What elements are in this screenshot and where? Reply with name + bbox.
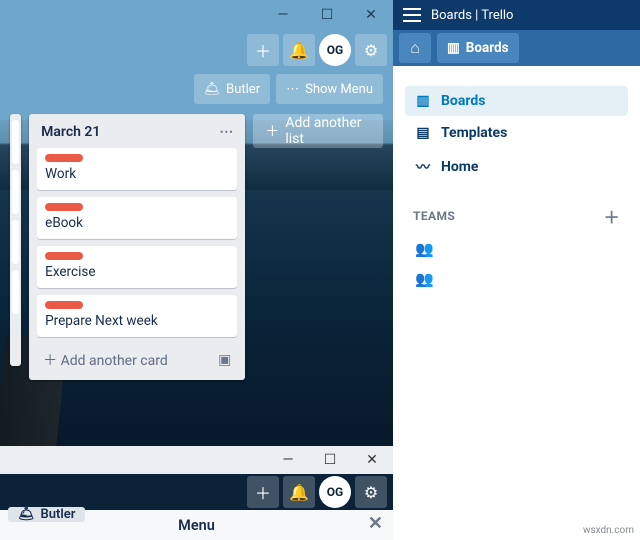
window-titlebar: — ☐ ✕ — [0, 446, 393, 474]
add-button[interactable]: ＋ — [247, 34, 279, 66]
settings-button[interactable]: ⚙ — [355, 34, 387, 66]
add-card-row: ＋ Add another card ▣ — [37, 344, 237, 372]
window-titlebar: — ☐ ✕ — [0, 0, 393, 30]
sidebar-item-label: Home — [441, 159, 478, 175]
card-partial[interactable] — [12, 220, 19, 264]
boards-icon: ▥ — [415, 93, 431, 109]
butler-button[interactable]: 🛎 Butler — [194, 74, 271, 104]
sidebar-body: ▥ Boards ▤ Templates 〰 Home TEAMS ＋ 👥 👥 — [393, 66, 640, 304]
gear-icon: ⚙ — [364, 41, 378, 60]
card[interactable]: Prepare Next week — [37, 295, 237, 337]
add-card-button[interactable]: ＋ Add another card — [43, 350, 168, 370]
plus-icon: ＋ — [265, 121, 279, 141]
robot-icon: 🛎 — [204, 82, 221, 97]
list-title[interactable]: March 21 — [41, 124, 100, 140]
home-icon: ⌂ — [410, 38, 420, 58]
add-team-button[interactable]: ＋ — [604, 204, 620, 228]
notifications-button[interactable]: 🔔 — [283, 476, 315, 508]
add-list-button[interactable]: ＋ Add another list — [253, 114, 383, 148]
pulse-icon: 〰 — [415, 157, 431, 177]
boards-sidebar-window: Boards | Trello ⌂ ▥ Boards ▥ Boards ▤ Te… — [393, 0, 640, 540]
card-label-red[interactable] — [45, 203, 83, 211]
card[interactable]: Work — [37, 148, 237, 190]
board-canvas[interactable]: March 21 ⋯ Work eBook Exercise Prepare N… — [0, 108, 393, 386]
window-titlebar: Boards | Trello — [393, 0, 640, 30]
team-icon: 👥 — [415, 240, 434, 258]
team-icon: 👥 — [415, 270, 434, 288]
butler-button[interactable]: 🛎 Butler — [8, 507, 85, 522]
card-partial[interactable] — [12, 120, 19, 164]
boards-nav-label: Boards — [466, 40, 509, 56]
minimize-button[interactable]: — — [267, 446, 309, 474]
ellipsis-icon: ⋯ — [286, 82, 299, 97]
board-header: ＋ 🔔 OG ⚙ — [0, 30, 393, 70]
settings-button[interactable]: ⚙ — [355, 476, 387, 508]
list-menu-button[interactable]: ⋯ — [219, 124, 233, 140]
bell-icon: 🔔 — [289, 41, 309, 60]
card-label-red[interactable] — [45, 301, 83, 309]
maximize-button[interactable]: ☐ — [305, 0, 349, 30]
boards-nav-button[interactable]: ▥ Boards — [437, 33, 519, 63]
teams-header: TEAMS ＋ — [405, 186, 628, 234]
nav-bar: ⌂ ▥ Boards — [393, 30, 640, 66]
user-avatar[interactable]: OG — [319, 34, 351, 66]
add-button[interactable]: ＋ — [247, 476, 279, 508]
user-avatar[interactable]: OG — [319, 476, 351, 508]
minimize-button[interactable]: — — [261, 0, 305, 30]
card-label-red[interactable] — [45, 154, 83, 162]
boards-icon: ▥ — [447, 40, 460, 56]
team-item[interactable]: 👥 — [405, 264, 628, 294]
bell-icon: 🔔 — [289, 483, 309, 502]
butler-label: Butler — [226, 82, 260, 97]
close-button[interactable]: ✕ — [349, 0, 393, 30]
prev-list-partial[interactable] — [10, 114, 21, 366]
butler-label: Butler — [41, 507, 76, 522]
card-title: Prepare Next week — [45, 313, 229, 329]
close-menu-button[interactable]: ✕ — [368, 513, 383, 534]
sidebar-item-label: Templates — [441, 125, 507, 141]
card-template-button[interactable]: ▣ — [218, 352, 231, 368]
watermark: wsxdn.com — [583, 525, 634, 536]
show-menu-button[interactable]: ⋯ Show Menu — [276, 74, 383, 104]
second-window: — ☐ ✕ ＋ 🔔 OG ⚙ 🛎 Butler Menu ✕ — [0, 446, 393, 540]
board-header: ＋ 🔔 OG ⚙ — [0, 474, 393, 510]
sidebar-item-templates[interactable]: ▤ Templates — [405, 118, 628, 148]
card[interactable]: Exercise — [37, 246, 237, 288]
list-march-21: March 21 ⋯ Work eBook Exercise Prepare N… — [29, 114, 245, 380]
home-nav-button[interactable]: ⌂ — [399, 33, 431, 63]
window-title: Boards | Trello — [431, 8, 513, 23]
team-item[interactable]: 👥 — [405, 234, 628, 264]
robot-icon: 🛎 — [18, 507, 35, 522]
card-title: Work — [45, 166, 229, 182]
templates-icon: ▤ — [415, 125, 431, 141]
card-partial[interactable] — [12, 170, 19, 214]
card-title: eBook — [45, 215, 229, 231]
sidebar-item-label: Boards — [441, 93, 485, 109]
close-button[interactable]: ✕ — [351, 446, 393, 474]
show-menu-label: Show Menu — [305, 82, 373, 97]
hamburger-menu-button[interactable] — [403, 8, 421, 22]
card[interactable]: eBook — [37, 197, 237, 239]
menu-panel-header: 🛎 Butler Menu ✕ — [0, 510, 393, 540]
sidebar-item-home[interactable]: 〰 Home — [405, 150, 628, 184]
gear-icon: ⚙ — [364, 483, 378, 502]
board-subheader: 🛎 Butler ⋯ Show Menu — [0, 70, 393, 108]
trello-board-window: — ☐ ✕ ＋ 🔔 OG ⚙ 🛎 Butler ⋯ Show Menu Marc… — [0, 0, 393, 446]
maximize-button[interactable]: ☐ — [309, 446, 351, 474]
card-partial[interactable] — [12, 270, 19, 314]
add-list-label: Add another list — [285, 115, 371, 147]
teams-header-label: TEAMS — [413, 209, 455, 223]
notifications-button[interactable]: 🔔 — [283, 34, 315, 66]
card-label-red[interactable] — [45, 252, 83, 260]
sidebar-item-boards[interactable]: ▥ Boards — [405, 86, 628, 116]
card-title: Exercise — [45, 264, 229, 280]
menu-title: Menu — [178, 517, 215, 534]
list-header: March 21 ⋯ — [37, 122, 237, 148]
